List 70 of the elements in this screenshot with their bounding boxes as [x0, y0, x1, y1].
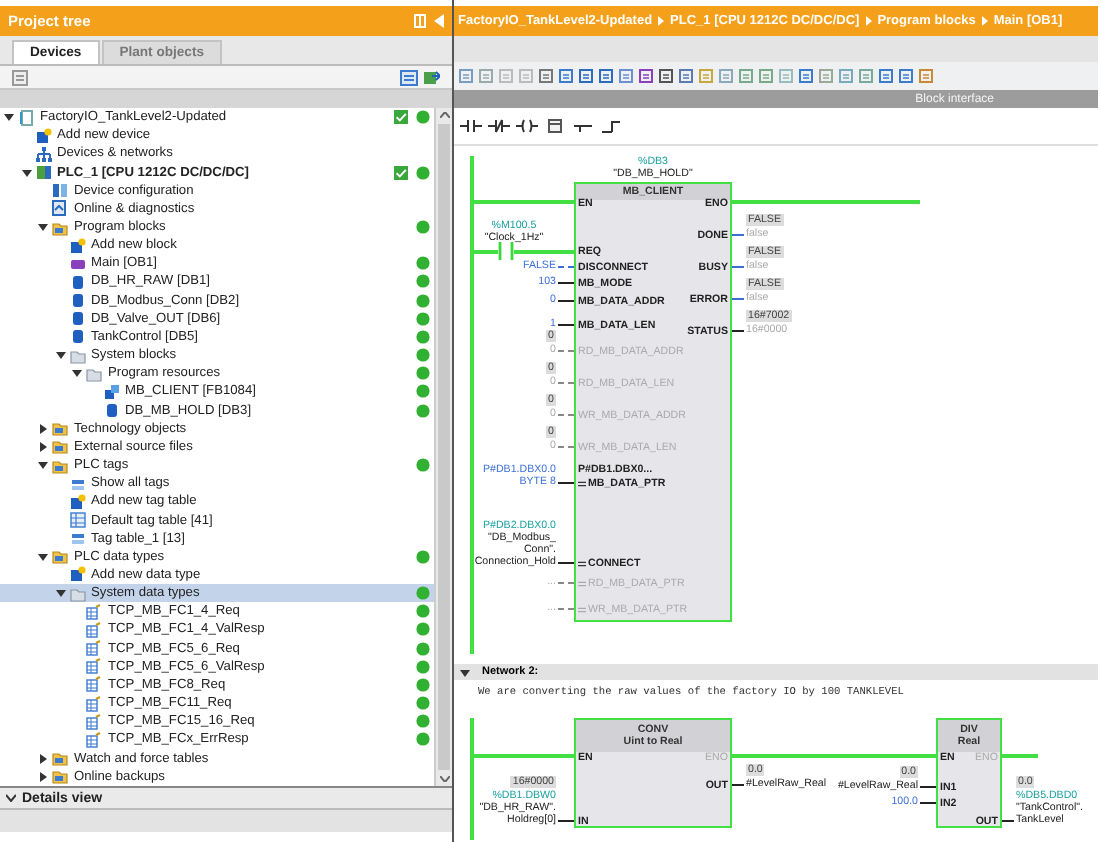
expand-arrow-icon[interactable]: [38, 551, 48, 562]
scroll-down-icon[interactable]: [439, 776, 449, 782]
toolbar-tool-icon[interactable]: [618, 68, 636, 84]
close-branch-icon[interactable]: [600, 118, 622, 134]
overview-icon[interactable]: [400, 69, 418, 85]
chevron-icon: [6, 794, 16, 802]
normally-open-contact-icon[interactable]: [460, 118, 482, 134]
block-icon: [69, 255, 85, 272]
contact-icon: [498, 242, 514, 260]
pin-line: [558, 482, 574, 484]
toolbar-tool-icon[interactable]: [538, 68, 556, 84]
add-item-icon: [35, 127, 51, 144]
toolbar-tool-icon[interactable]: [898, 68, 916, 84]
empty-box-icon[interactable]: [544, 118, 566, 134]
cpu-module-icon: [35, 164, 51, 181]
toolbar-tool-icon[interactable]: [558, 68, 576, 84]
expand-arrow-icon[interactable]: [21, 167, 31, 178]
folder-icon: [52, 219, 68, 236]
pin-line: [558, 324, 574, 326]
diagnostics-icon: [52, 200, 68, 217]
toolbar-tool-icon[interactable]: [578, 68, 596, 84]
folder-icon: [52, 548, 68, 565]
pin-line: [558, 300, 574, 302]
pin-line: [558, 282, 574, 284]
expand-arrow-icon[interactable]: [72, 368, 82, 379]
expand-arrow-icon[interactable]: [38, 222, 48, 233]
add-item-icon: [69, 493, 85, 510]
scroll-up-icon[interactable]: [439, 112, 449, 118]
grid-view-icon[interactable]: [12, 69, 28, 85]
toolbar-tool-icon[interactable]: [678, 68, 696, 84]
coil-icon[interactable]: [516, 118, 538, 134]
function-block-icon: [103, 383, 119, 400]
toolbar-tool-icon[interactable]: [598, 68, 616, 84]
pin-line: [732, 784, 744, 786]
separator-arrow-icon: [981, 16, 988, 26]
database-icon: [103, 402, 119, 419]
toolbar-tool-icon[interactable]: [798, 68, 816, 84]
expand-arrow-icon[interactable]: [4, 112, 14, 123]
pin-line: [732, 330, 744, 332]
toolbar-tool-icon[interactable]: [638, 68, 656, 84]
expand-arrow-icon[interactable]: [38, 460, 48, 471]
config-icon: [52, 182, 68, 199]
add-item-icon: [69, 566, 85, 583]
pin-line: [920, 786, 936, 788]
tags-icon: [69, 530, 85, 547]
normally-closed-contact-icon[interactable]: [488, 118, 510, 134]
separator-arrow-icon: [865, 16, 872, 26]
toolbar-tool-icon[interactable]: [658, 68, 676, 84]
folder-icon: [69, 585, 85, 602]
pin-line: [558, 820, 574, 822]
refresh-icon[interactable]: [422, 69, 440, 85]
network-icon: [35, 145, 51, 162]
expand-arrow-icon[interactable]: [460, 667, 470, 677]
wire: [472, 250, 498, 253]
expand-arrow-icon[interactable]: [38, 423, 48, 434]
tags-icon: [69, 475, 85, 492]
toolbar-tool-icon[interactable]: [878, 68, 896, 84]
add-item-icon: [69, 237, 85, 254]
expand-arrow-icon[interactable]: [38, 771, 48, 782]
expand-arrow-icon[interactable]: [38, 441, 48, 452]
pin-line: [558, 562, 574, 564]
scrollbar[interactable]: [434, 108, 452, 786]
page-icon: [18, 109, 34, 126]
pin-line: [1002, 820, 1014, 822]
expand-arrow-icon[interactable]: [38, 753, 48, 764]
separator-arrow-icon: [658, 16, 665, 26]
table-icon: [69, 512, 85, 529]
pin-line: [920, 802, 936, 804]
expand-arrow-icon[interactable]: [55, 588, 65, 599]
expand-arrow-icon[interactable]: [55, 350, 65, 361]
